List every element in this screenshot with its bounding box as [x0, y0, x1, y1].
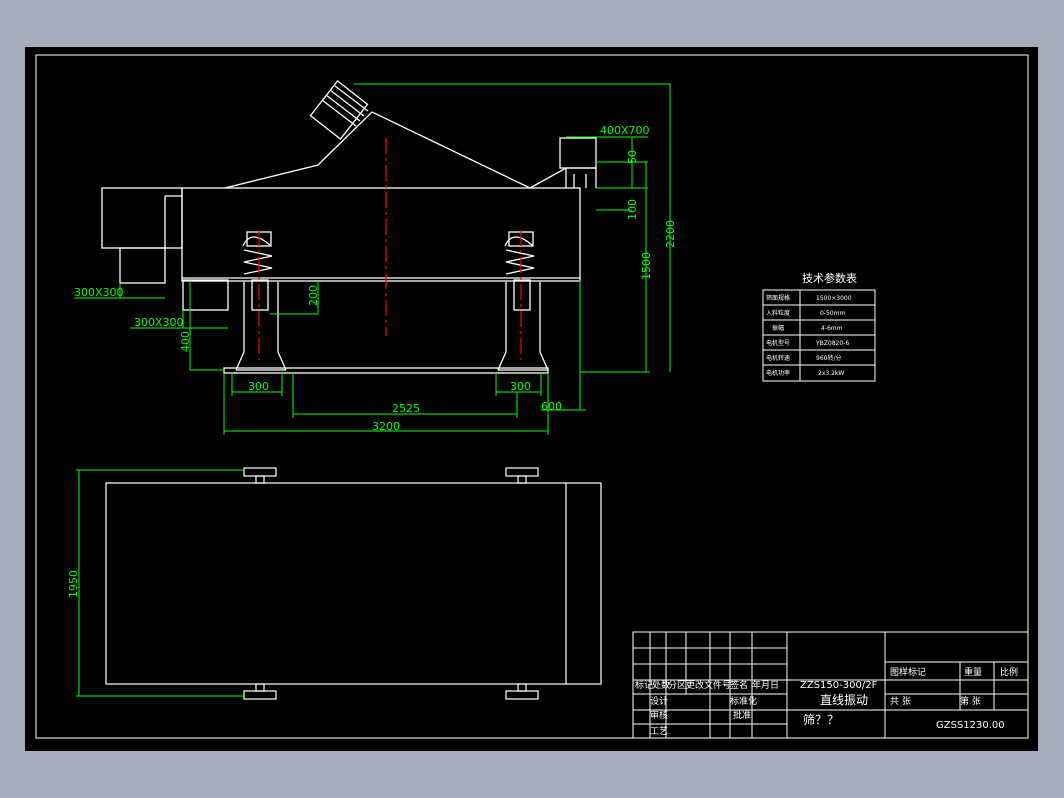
dim-outlet-upper: 300X300	[74, 286, 124, 299]
drawing-model: ZZS150-300/2F	[800, 680, 878, 691]
feed-box	[101, 187, 183, 249]
dim-2525: 2525	[392, 402, 420, 415]
tb-standard: 标准化	[730, 695, 757, 707]
top-spring-seat	[505, 690, 539, 700]
tech-row-value: 0-50mm	[820, 310, 845, 317]
centerlines	[258, 138, 522, 360]
dim-300-left: 300	[248, 380, 269, 393]
tech-row-value: YBZ0820-6	[815, 340, 849, 347]
tb-approve: 批准	[733, 709, 751, 721]
dim-100: 100	[626, 199, 639, 220]
top-spring-seat	[243, 467, 277, 477]
drawing-code: GZSS1230.00	[936, 720, 1005, 731]
tb-date: 年月日	[752, 679, 779, 691]
dim-3200: 3200	[372, 420, 400, 433]
tb-sheet-no: 第 张	[960, 695, 981, 707]
tech-row-label: 电机转速	[766, 354, 790, 362]
screen-roof	[224, 111, 531, 189]
dim-200: 200	[307, 285, 320, 306]
dim-600: 600	[541, 400, 562, 413]
tb-scale: 比例	[1000, 666, 1018, 678]
tb-check: 审核	[650, 709, 668, 721]
tech-param-table: 技术参数表 筛面规格 1500×3000 入料粒度 0-50mm 振幅 4-6m…	[762, 271, 876, 382]
tech-row-value: 2x3.2kW	[818, 370, 844, 377]
spring-support-left	[235, 231, 287, 371]
dim-outlet-lower: 300X300	[134, 316, 184, 329]
tech-row-label: 电机功率	[766, 369, 790, 377]
dim-feed-inlet: 400X700	[600, 124, 650, 137]
spring-support-right	[497, 231, 549, 371]
feed-inlet	[559, 137, 597, 169]
tech-row-label: 入料粒度	[766, 309, 790, 317]
tech-row-value: 4-6mm	[821, 325, 843, 332]
dim-1950: 1950	[67, 570, 80, 598]
tb-zone: 分区	[668, 680, 686, 691]
drawing-name: 直线振动	[820, 693, 868, 707]
tech-row-label: 电机型号	[766, 339, 790, 347]
top-view	[105, 467, 602, 700]
screen-box	[181, 187, 581, 282]
upper-outlet	[119, 247, 166, 284]
top-spring-seat	[243, 690, 277, 700]
drawing-border	[35, 54, 1029, 739]
tb-sign: 签名	[730, 679, 748, 691]
tech-row-label: 振幅	[772, 324, 784, 332]
top-view-outline	[105, 482, 602, 685]
dim-1500: 1500	[640, 252, 653, 280]
cad-drawing-canvas[interactable]: 400X700 50 100 1500 2200 300X300 300X300…	[25, 47, 1038, 751]
tb-change-doc: 更改文件号	[686, 679, 731, 691]
top-spring-seat	[505, 467, 539, 477]
tech-row-value: 1500×3000	[816, 295, 852, 302]
dim-2200: 2200	[664, 220, 677, 248]
top-dimensions	[76, 469, 244, 697]
tb-design: 设计	[650, 695, 668, 707]
side-view	[101, 80, 597, 374]
dim-300-right: 300	[510, 380, 531, 393]
tb-stage: 图样标记	[890, 666, 926, 678]
tb-mark: 标记	[635, 679, 653, 691]
tech-row-value: 960转/分	[816, 354, 841, 362]
dim-50: 50	[626, 150, 639, 164]
tb-sheets-total: 共 张	[890, 696, 911, 707]
tb-weight: 重量	[964, 666, 982, 678]
motor-icon	[309, 80, 369, 140]
drawing-name-cont: 筛？？	[803, 712, 839, 727]
tb-process: 工艺	[650, 726, 668, 737]
dim-400: 400	[179, 331, 192, 352]
tech-table-title: 技术参数表	[802, 271, 857, 285]
tech-row-label: 筛面规格	[766, 294, 790, 302]
